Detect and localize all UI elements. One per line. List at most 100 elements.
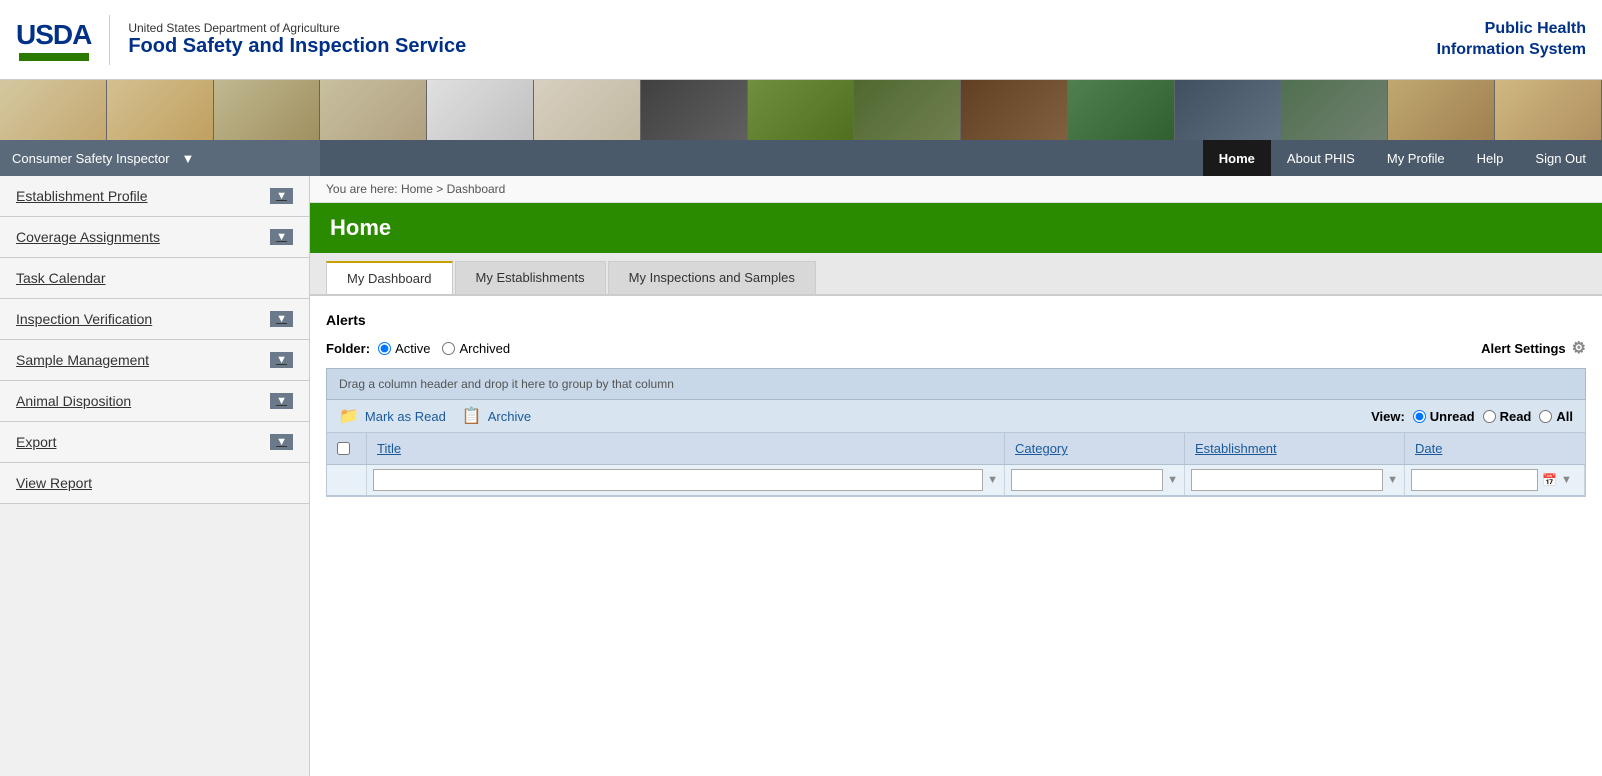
page-title: Home: [330, 215, 1582, 241]
tab-my-dashboard[interactable]: My Dashboard: [326, 261, 453, 294]
filter-establishment-input[interactable]: [1191, 469, 1383, 491]
view-all[interactable]: All: [1539, 409, 1573, 424]
select-all-checkbox[interactable]: [337, 442, 350, 455]
radio-active[interactable]: Active: [378, 341, 430, 356]
phis-title: Public Health Information System: [1437, 19, 1586, 61]
chevron-down-icon-5[interactable]: ▼: [270, 393, 293, 409]
folder-label: Folder:: [326, 341, 370, 356]
drag-header: Drag a column header and drop it here to…: [326, 368, 1586, 400]
view-read-input[interactable]: [1483, 410, 1496, 423]
photo-3: [214, 80, 321, 140]
th-date[interactable]: Date: [1405, 433, 1585, 464]
filter-category-input[interactable]: [1011, 469, 1163, 491]
tab-my-inspections-and-samples[interactable]: My Inspections and Samples: [608, 261, 816, 294]
view-unread[interactable]: Unread: [1413, 409, 1475, 424]
sidebar-item-view-report[interactable]: View Report: [0, 463, 309, 504]
photo-7: [641, 80, 748, 140]
photo-15: [1495, 80, 1602, 140]
th-title[interactable]: Title: [367, 433, 1005, 464]
gear-icon[interactable]: ⚙: [1572, 338, 1586, 358]
chevron-down-icon-3[interactable]: ▼: [270, 311, 293, 327]
sidebar-label-establishment-profile: Establishment Profile: [16, 188, 148, 204]
photo-8: [748, 80, 855, 140]
view-label: View:: [1371, 409, 1405, 424]
logo-divider: [109, 15, 110, 65]
radio-archived[interactable]: Archived: [442, 341, 510, 356]
view-options: Unread Read All: [1413, 409, 1573, 424]
photo-9: [854, 80, 961, 140]
filter-title-cell: ▼: [367, 465, 1005, 495]
nav-my-profile[interactable]: My Profile: [1371, 140, 1461, 176]
sidebar-item-inspection-verification[interactable]: Inspection Verification ▼: [0, 299, 309, 340]
photo-6: [534, 80, 641, 140]
filter-check-cell: [327, 465, 367, 495]
alerts-table: Title Category Establishment Date: [326, 433, 1586, 497]
calendar-icon[interactable]: 📅: [1542, 473, 1557, 487]
nav-about-phis[interactable]: About PHIS: [1271, 140, 1371, 176]
alerts-title: Alerts: [326, 312, 1586, 328]
breadcrumb: You are here: Home > Dashboard: [310, 176, 1602, 203]
mark-as-read-icon: 📁: [339, 406, 359, 426]
filter-title-input[interactable]: [373, 469, 983, 491]
filter-establishment-icon[interactable]: ▼: [1387, 474, 1398, 486]
sidebar-label-export: Export: [16, 434, 56, 450]
content-area: Establishment Profile ▼ Coverage Assignm…: [0, 176, 1602, 776]
chevron-down-icon-2[interactable]: ▼: [270, 229, 293, 245]
radio-archived-input[interactable]: [442, 342, 455, 355]
nav-home[interactable]: Home: [1203, 140, 1271, 176]
tabs-container: My Dashboard My Establishments My Inspec…: [310, 253, 1602, 296]
mark-as-read-button[interactable]: 📁 Mark as Read: [339, 406, 446, 426]
th-checkbox[interactable]: [327, 433, 367, 464]
chevron-down-icon[interactable]: ▼: [270, 188, 293, 204]
usda-logo: USDA: [16, 19, 91, 61]
nav-bar: Consumer Safety Inspector ▼ Home About P…: [0, 140, 1602, 176]
view-unread-label: Unread: [1430, 409, 1475, 424]
filter-date-input[interactable]: [1411, 469, 1538, 491]
nav-help[interactable]: Help: [1461, 140, 1520, 176]
sidebar-item-establishment-profile[interactable]: Establishment Profile ▼: [0, 176, 309, 217]
photo-2: [107, 80, 214, 140]
filter-establishment-cell: ▼: [1185, 465, 1405, 495]
dept-name: United States Department of Agriculture: [128, 21, 466, 35]
view-unread-input[interactable]: [1413, 410, 1426, 423]
radio-active-input[interactable]: [378, 342, 391, 355]
fsis-title: Food Safety and Inspection Service: [128, 35, 466, 58]
photo-5: [427, 80, 534, 140]
dropdown-arrow-icon[interactable]: ▼: [182, 151, 195, 166]
filter-date-icon[interactable]: ▼: [1561, 474, 1572, 486]
folder-left: Folder: Active Archived: [326, 341, 510, 356]
tab-my-establishments[interactable]: My Establishments: [455, 261, 606, 294]
page-header: Home: [310, 203, 1602, 253]
photo-12: [1175, 80, 1282, 140]
sidebar-item-sample-management[interactable]: Sample Management ▼: [0, 340, 309, 381]
logo-container: USDA United States Department of Agricul…: [16, 15, 466, 65]
view-all-label: All: [1556, 409, 1573, 424]
mark-as-read-label: Mark as Read: [365, 409, 446, 424]
archive-button[interactable]: 📋 Archive: [462, 406, 531, 426]
alert-settings-label: Alert Settings: [1481, 341, 1566, 356]
filter-date-cell: 📅 ▼: [1405, 465, 1585, 495]
th-category[interactable]: Category: [1005, 433, 1185, 464]
sidebar-item-export[interactable]: Export ▼: [0, 422, 309, 463]
chevron-down-icon-6[interactable]: ▼: [270, 434, 293, 450]
photo-11: [1068, 80, 1175, 140]
th-establishment[interactable]: Establishment: [1185, 433, 1405, 464]
sidebar-item-task-calendar[interactable]: Task Calendar: [0, 258, 309, 299]
folder-radio-group: Active Archived: [378, 341, 510, 356]
nav-sign-out[interactable]: Sign Out: [1519, 140, 1602, 176]
sidebar-label-task-calendar: Task Calendar: [16, 270, 106, 286]
filter-category-cell: ▼: [1005, 465, 1185, 495]
sidebar-item-coverage-assignments[interactable]: Coverage Assignments ▼: [0, 217, 309, 258]
alert-settings-button[interactable]: Alert Settings ⚙: [1481, 338, 1586, 358]
sidebar-label-view-report: View Report: [16, 475, 92, 491]
filter-title-icon[interactable]: ▼: [987, 474, 998, 486]
sidebar-item-animal-disposition[interactable]: Animal Disposition ▼: [0, 381, 309, 422]
role-selector[interactable]: Consumer Safety Inspector ▼: [0, 140, 320, 176]
view-all-input[interactable]: [1539, 410, 1552, 423]
photo-1: [0, 80, 107, 140]
toolbar-left: 📁 Mark as Read 📋 Archive: [339, 406, 531, 426]
filter-category-icon[interactable]: ▼: [1167, 474, 1178, 486]
chevron-down-icon-4[interactable]: ▼: [270, 352, 293, 368]
view-read[interactable]: Read: [1483, 409, 1532, 424]
toolbar-right: View: Unread Read All: [1371, 409, 1573, 424]
